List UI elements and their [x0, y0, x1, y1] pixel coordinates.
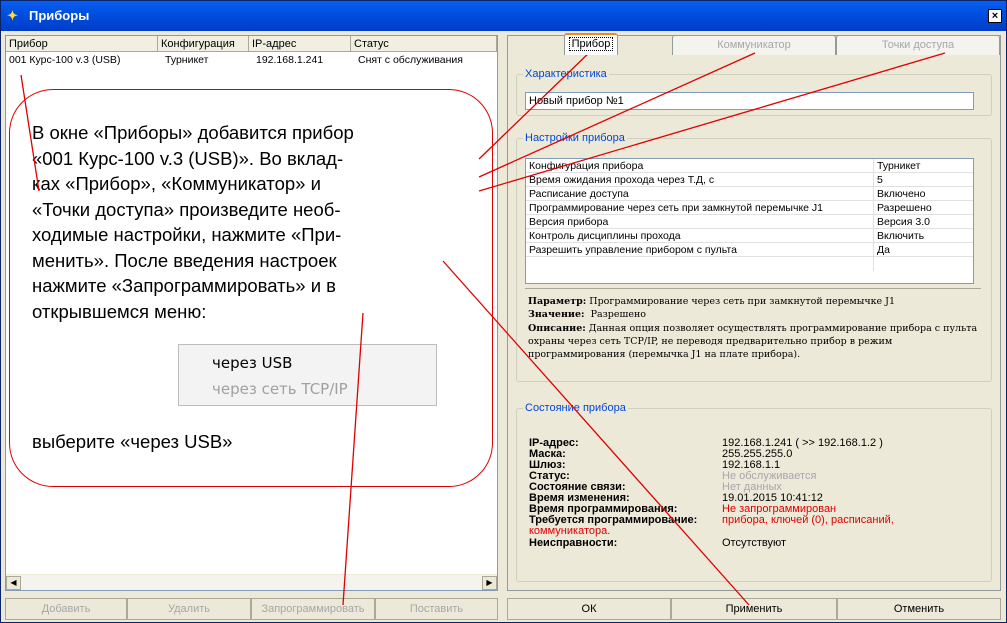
required-value: прибора, ключей (0), расписаний,: [722, 514, 894, 526]
callout-footer: выберите «через USB»: [32, 431, 233, 452]
apply-button[interactable]: Применить: [671, 598, 837, 620]
callout-line: «Точки доступа» произведите необ-: [32, 198, 341, 220]
tab-device-label: Прибор: [568, 37, 614, 51]
desc-label: Описание:: [528, 323, 586, 334]
settings-table[interactable]: Конфигурация прибора Турникет Время ожида…: [525, 158, 974, 284]
table-row[interactable]: Контроль дисциплины прохода Включить: [526, 229, 973, 243]
cell-ip: 192.168.1.241: [256, 54, 324, 66]
setting-value[interactable]: 5: [873, 173, 883, 187]
table-row[interactable]: Разрешить управление прибором с пульта Да: [526, 243, 973, 257]
table-row[interactable]: Расписание доступа Включено: [526, 187, 973, 201]
title-bar: ✦ Приборы ×: [1, 1, 1006, 31]
column-header-status[interactable]: Статус: [351, 36, 497, 52]
install-button[interactable]: Поставить: [375, 598, 498, 620]
setting-key: Конфигурация прибора: [529, 160, 644, 172]
table-row[interactable]: Время ожидания прохода через Т.Д, с 5: [526, 173, 973, 187]
faults-label: Неисправности:: [529, 537, 618, 549]
setting-key: Время ожидания прохода через Т.Д, с: [529, 174, 715, 186]
setting-description: Параметр: Программирование через сеть пр…: [525, 288, 981, 376]
setting-key: Расписание доступа: [529, 188, 629, 200]
setting-key: Программирование через сеть при замкнуто…: [529, 202, 823, 214]
setting-key: Разрешить управление прибором с пульта: [529, 244, 737, 256]
setting-value[interactable]: Включить: [873, 229, 924, 243]
scroll-right-icon[interactable]: ▶: [482, 576, 497, 590]
cancel-button[interactable]: Отменить: [837, 598, 1001, 620]
tab-communicator[interactable]: Коммуникатор: [672, 35, 836, 55]
setting-key: Версия прибора: [529, 216, 609, 228]
characteristic-legend: Характеристика: [523, 68, 609, 80]
menu-item-usb[interactable]: через USB: [179, 353, 436, 373]
settings-legend: Настройки прибора: [523, 132, 627, 144]
setting-key: Контроль дисциплины прохода: [529, 230, 681, 242]
column-header-config[interactable]: Конфигурация: [158, 36, 249, 52]
program-button[interactable]: Запрограммировать: [251, 598, 375, 620]
add-button[interactable]: Добавить: [5, 598, 127, 620]
setting-value[interactable]: Турникет: [873, 159, 920, 173]
cell-status: Снят с обслуживания: [358, 54, 463, 66]
desc-line-1: Данная опция позволяет осуществлять прог…: [588, 323, 978, 334]
table-row[interactable]: Конфигурация прибора Турникет: [526, 159, 973, 173]
callout-line: «001 Курс-100 v.3 (USB)». Во вклад-: [32, 147, 344, 169]
instruction-callout: В окне «Приборы» добавится прибор «001 К…: [9, 89, 493, 487]
setting-value[interactable]: Да: [873, 243, 890, 257]
close-icon[interactable]: ×: [988, 9, 1002, 23]
desc-line-2: охраны через сеть TCP/IP, не переводя пр…: [528, 336, 893, 347]
app-icon: ✦: [7, 8, 18, 23]
table-row[interactable]: Программирование через сеть при замкнуто…: [526, 201, 973, 215]
table-row: [526, 257, 973, 271]
meaning-label: Значение:: [528, 309, 585, 320]
meaning-value: Разрешено: [590, 309, 647, 320]
tab-access-points[interactable]: Точки доступа: [836, 35, 1000, 55]
device-list-header: Прибор Конфигурация IP-адрес Статус: [6, 36, 497, 52]
device-name-input[interactable]: Новый прибор №1: [525, 92, 974, 110]
scroll-left-icon[interactable]: ◀: [6, 576, 21, 590]
device-status-legend: Состояние прибора: [523, 402, 628, 414]
delete-button[interactable]: Удалить: [127, 598, 251, 620]
cell-device: 001 Курс-100 v.3 (USB): [9, 54, 121, 66]
window-title: Приборы: [29, 8, 90, 23]
faults-value: Отсутствуют: [722, 537, 787, 549]
ok-button[interactable]: ОК: [507, 598, 671, 620]
device-settings-panel: Прибор Коммуникатор Точки доступа Характ…: [507, 33, 1001, 591]
setting-value[interactable]: Версия 3.0: [873, 215, 930, 229]
column-header-ip[interactable]: IP-адрес: [249, 36, 351, 52]
required-value-cont: коммуникатора.: [529, 525, 611, 537]
param-value: Программирование через сеть при замкнуто…: [589, 296, 896, 307]
callout-line: открывшемся меню:: [32, 300, 207, 322]
menu-item-tcp[interactable]: через сеть TCP/IP: [179, 379, 436, 399]
desc-line-3: программирования (перемычка J1 на плате …: [528, 349, 801, 360]
setting-value[interactable]: Включено: [873, 187, 925, 201]
param-label: Параметр:: [528, 296, 587, 307]
callout-line: ходимые настройки, нажмите «При-: [32, 224, 342, 245]
callout-text: В окне «Приборы» добавится прибор «001 К…: [32, 120, 478, 324]
callout-line: нажмите «Запрограммировать» и в: [32, 275, 336, 296]
devices-window: ✦ Приборы × Прибор Конфигурация IP-адрес…: [0, 0, 1007, 623]
setting-value[interactable]: Разрешено: [873, 201, 932, 215]
callout-line: ках «Прибор», «Коммуникатор» и: [32, 173, 321, 194]
table-row[interactable]: Версия прибора Версия 3.0: [526, 215, 973, 229]
callout-line: менить». После введения настроек: [32, 249, 337, 271]
tab-device[interactable]: Прибор: [564, 33, 618, 55]
table-row[interactable]: 001 Курс-100 v.3 (USB) Турникет 192.168.…: [6, 53, 497, 67]
horizontal-scrollbar[interactable]: ◀ ▶: [6, 574, 497, 590]
program-menu-snapshot: через USB через сеть TCP/IP: [178, 344, 437, 406]
column-header-device[interactable]: Прибор: [6, 36, 158, 52]
callout-line: В окне «Приборы» добавится прибор: [32, 122, 354, 143]
cell-config: Турникет: [165, 54, 209, 66]
